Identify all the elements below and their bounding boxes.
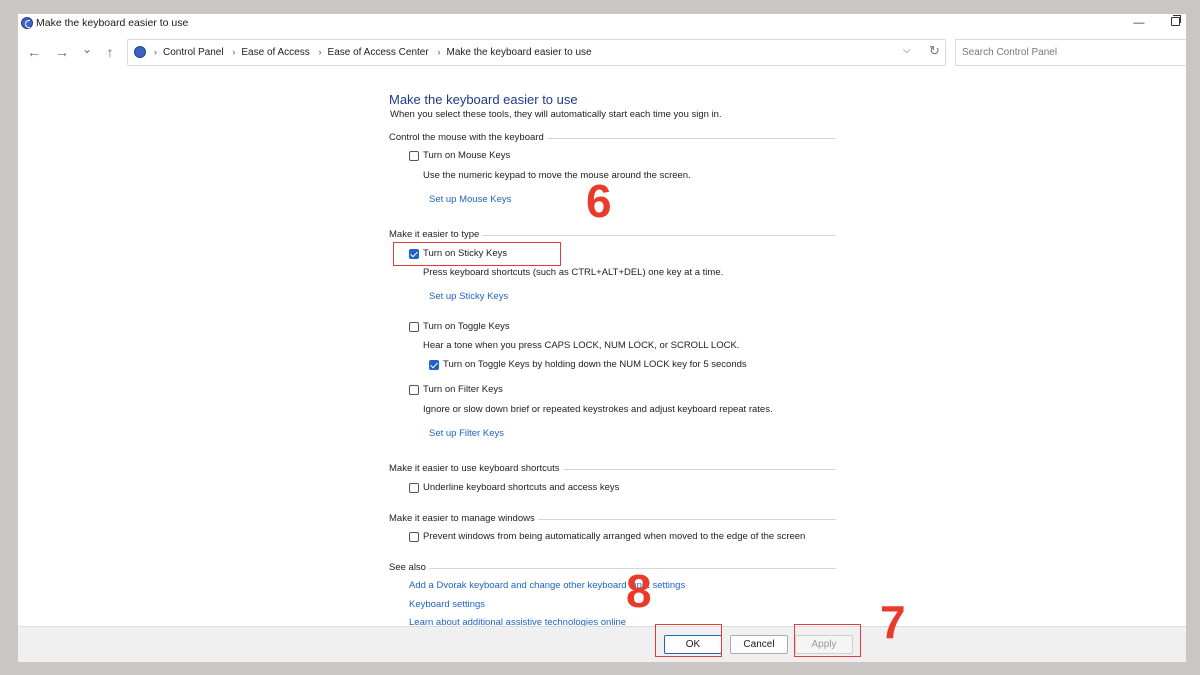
- refresh-icon[interactable]: ↻: [929, 43, 940, 59]
- toggle-keys-description: Hear a tone when you press CAPS LOCK, NU…: [423, 340, 740, 351]
- underline-shortcuts-label[interactable]: Underline keyboard shortcuts and access …: [423, 482, 619, 493]
- section-label-type: Make it easier to type: [389, 229, 483, 240]
- breadcrumb-current-page[interactable]: Make the keyboard easier to use: [446, 47, 591, 58]
- dialog-footer: OK Cancel Apply: [18, 626, 1186, 662]
- prevent-arrange-checkbox[interactable]: [409, 532, 419, 542]
- section-type: Make it easier to type: [389, 229, 836, 241]
- apply-highlight: [794, 624, 861, 657]
- section-label-see-also: See also: [389, 562, 429, 573]
- address-bar[interactable]: › Control Panel › Ease of Access › Ease of …: [127, 39, 946, 66]
- cancel-button[interactable]: Cancel: [730, 635, 788, 654]
- mouse-keys-description: Use the numeric keypad to move the mouse…: [423, 170, 691, 181]
- ok-highlight: [655, 624, 722, 657]
- title-bar: Make the keyboard easier to use —: [18, 14, 1186, 34]
- sticky-keys-highlight: [393, 242, 561, 266]
- section-see-also: See also: [389, 562, 836, 574]
- window-title: Make the keyboard easier to use: [36, 17, 189, 29]
- main-content: Make the keyboard easier to use When you…: [18, 70, 1186, 628]
- toggle-keys-hold-checkbox[interactable]: [429, 360, 439, 370]
- toggle-keys-label[interactable]: Turn on Toggle Keys: [423, 321, 510, 332]
- setup-mouse-keys-link[interactable]: Set up Mouse Keys: [429, 194, 511, 205]
- underline-shortcuts-checkbox[interactable]: [409, 483, 419, 493]
- breadcrumb-ease-of-access-center[interactable]: Ease of Access Center: [328, 47, 429, 58]
- section-label-mouse: Control the mouse with the keyboard: [389, 132, 547, 143]
- breadcrumb: › Control Panel › Ease of Access › Ease of …: [154, 47, 592, 58]
- chevron-down-icon[interactable]: ⌵: [903, 45, 911, 56]
- search-input[interactable]: [955, 39, 1186, 66]
- restore-icon[interactable]: [1158, 14, 1186, 34]
- sticky-keys-description: Press keyboard shortcuts (such as CTRL+A…: [423, 267, 724, 278]
- section-windows: Make it easier to manage windows: [389, 513, 836, 525]
- section-mouse: Control the mouse with the keyboard: [389, 132, 836, 144]
- breadcrumb-ease-of-access[interactable]: Ease of Access: [241, 47, 309, 58]
- prevent-arrange-label[interactable]: Prevent windows from being automatically…: [423, 531, 805, 542]
- filter-keys-label[interactable]: Turn on Filter Keys: [423, 384, 503, 395]
- setup-sticky-keys-link[interactable]: Set up Sticky Keys: [429, 291, 508, 302]
- filter-keys-description: Ignore or slow down brief or repeated ke…: [423, 404, 773, 415]
- control-panel-icon: [134, 46, 146, 58]
- mouse-keys-checkbox[interactable]: [409, 151, 419, 161]
- back-arrow-icon[interactable]: ←: [24, 42, 44, 62]
- breadcrumb-control-panel[interactable]: Control Panel: [163, 47, 224, 58]
- navigation-bar: ← → ⌄ ↑ › Control Panel › Ease of Access ›…: [18, 38, 1186, 68]
- section-shortcuts: Make it easier to use keyboard shortcuts: [389, 463, 836, 475]
- minimize-icon[interactable]: —: [1122, 14, 1156, 34]
- up-arrow-icon[interactable]: ↑: [100, 42, 120, 62]
- control-panel-window: Make the keyboard easier to use — ← → ⌄ …: [18, 14, 1186, 662]
- step-7-label: 7: [880, 596, 906, 648]
- toggle-keys-checkbox[interactable]: [409, 322, 419, 332]
- mouse-keys-label[interactable]: Turn on Mouse Keys: [423, 150, 510, 161]
- section-label-shortcuts: Make it easier to use keyboard shortcuts: [389, 463, 563, 474]
- page-title: Make the keyboard easier to use: [389, 92, 578, 107]
- section-label-windows: Make it easier to manage windows: [389, 513, 538, 524]
- step-6-label: 6: [586, 175, 612, 227]
- toggle-keys-hold-label[interactable]: Turn on Toggle Keys by holding down the …: [443, 359, 747, 370]
- step-8-label: 8: [626, 565, 652, 617]
- forward-arrow-icon[interactable]: →: [52, 42, 72, 62]
- setup-filter-keys-link[interactable]: Set up Filter Keys: [429, 428, 504, 439]
- keyboard-settings-link[interactable]: Keyboard settings: [409, 599, 485, 610]
- recent-locations-icon[interactable]: ⌄: [77, 39, 97, 59]
- page-subtitle: When you select these tools, they will a…: [390, 109, 722, 120]
- filter-keys-checkbox[interactable]: [409, 385, 419, 395]
- ease-of-access-icon: [21, 17, 33, 29]
